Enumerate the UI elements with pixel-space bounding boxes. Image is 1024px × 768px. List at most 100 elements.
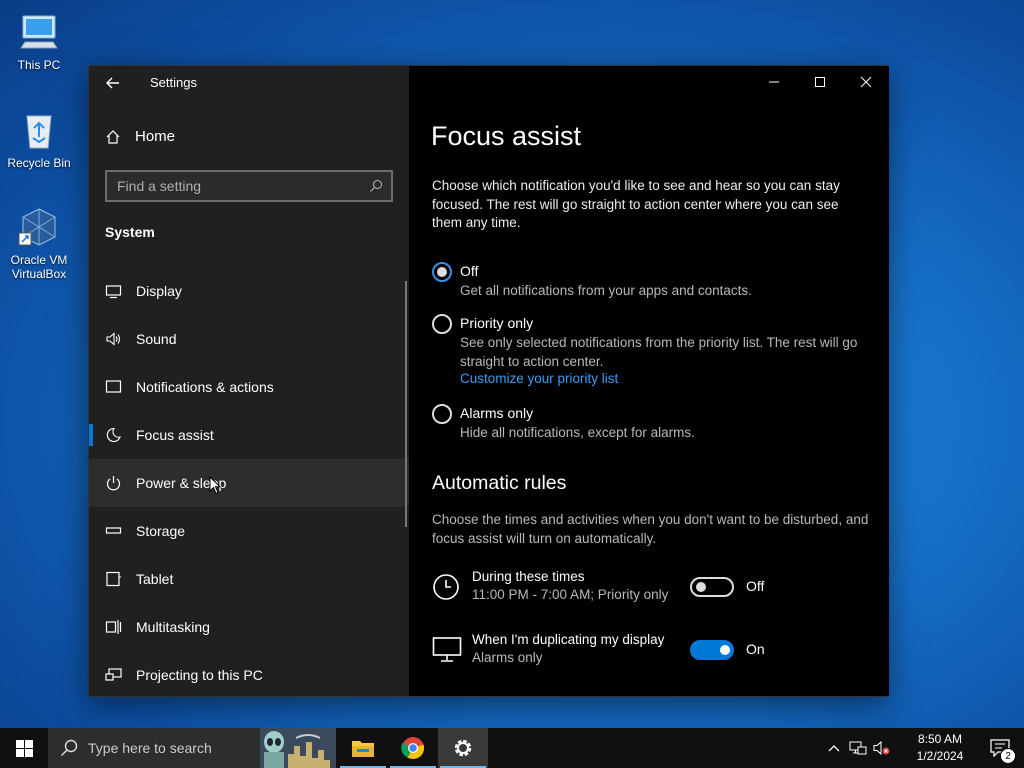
customize-priority-list-link[interactable]: Customize your priority list	[460, 371, 860, 386]
page-description: Choose which notification you'd like to …	[432, 178, 840, 230]
volume-muted-icon	[873, 740, 890, 756]
desktop-icon-this-pc[interactable]: This PC	[1, 10, 77, 72]
settings-window: Settings Home System Display Sound Notif…	[88, 65, 889, 697]
window-title: Settings	[150, 75, 197, 90]
rule-subtitle: 11:00 PM - 7:00 AM; Priority only	[472, 587, 669, 602]
maximize-button[interactable]	[797, 66, 843, 98]
rule-title: When I'm duplicating my display	[472, 632, 665, 647]
taskbar-file-explorer[interactable]	[338, 728, 388, 768]
automatic-rules-description: Choose the times and activities when you…	[432, 512, 869, 546]
nav-item-sound[interactable]: Sound	[89, 315, 409, 363]
taskbar-chrome[interactable]	[388, 728, 438, 768]
find-setting-search-box[interactable]	[105, 170, 393, 202]
notification-count-badge: 2	[1000, 748, 1016, 764]
windows-logo-icon	[15, 739, 33, 757]
option-off[interactable]: Off Get all notifications from your apps…	[432, 262, 860, 301]
option-label: Priority only	[460, 315, 534, 331]
option-priority-only[interactable]: Priority only See only selected notifica…	[432, 314, 860, 386]
speaker-icon	[106, 332, 121, 346]
rule-subtitle: Alarms only	[472, 650, 543, 665]
notification-icon	[105, 380, 122, 393]
find-setting-input[interactable]	[117, 178, 369, 194]
rule-during-these-times[interactable]: During these times 11:00 PM - 7:00 AM; P…	[432, 569, 872, 609]
volume-button[interactable]	[870, 728, 894, 768]
home-nav-item[interactable]: Home	[105, 128, 175, 145]
nav-item-label: Multitasking	[136, 619, 210, 635]
system-nav-list: Display Sound Notifications & actions Fo…	[89, 267, 409, 699]
desktop-icon-virtualbox[interactable]: Oracle VM VirtualBox	[1, 205, 77, 281]
radio-alarms-only[interactable]	[432, 404, 452, 424]
show-hidden-icons-button[interactable]	[822, 728, 846, 768]
taskbar-search-placeholder: Type here to search	[88, 740, 212, 756]
window-controls	[751, 66, 889, 98]
nav-item-label: Sound	[136, 331, 177, 347]
option-description: Hide all notifications, except for alarm…	[460, 425, 695, 440]
storage-icon	[105, 527, 122, 534]
close-icon	[860, 76, 872, 88]
toggle-state-label: Off	[746, 578, 765, 594]
clock-icon	[433, 574, 459, 600]
nav-item-label: Notifications & actions	[136, 379, 274, 395]
nav-item-tablet[interactable]: Tablet	[89, 555, 409, 603]
nav-item-multitasking[interactable]: Multitasking	[89, 603, 409, 651]
tablet-icon	[106, 571, 121, 587]
network-button[interactable]	[846, 728, 870, 768]
nav-item-focus-assist[interactable]: Focus assist	[89, 411, 409, 459]
rule-title: During these times	[472, 569, 585, 584]
clock-date: 1/2/2024	[916, 749, 964, 763]
file-explorer-icon	[352, 741, 374, 757]
radio-priority-only[interactable]	[432, 314, 452, 334]
during-these-times-toggle[interactable]	[690, 577, 734, 597]
option-description: Get all notifications from your apps and…	[460, 283, 752, 298]
settings-sidebar: Settings Home System Display Sound Notif…	[89, 66, 409, 696]
section-label-system: System	[105, 224, 155, 240]
option-description: See only selected notifications from the…	[460, 335, 858, 369]
taskbar-search-box[interactable]: Type here to search	[48, 728, 336, 768]
option-label: Off	[460, 263, 479, 279]
nav-item-power-sleep[interactable]: Power & sleep	[89, 459, 409, 507]
nav-item-display[interactable]: Display	[89, 267, 409, 315]
search-icon[interactable]	[369, 179, 383, 193]
rule-duplicating-display[interactable]: When I'm duplicating my display Alarms o…	[432, 632, 872, 672]
automatic-rules-heading: Automatic rules	[432, 472, 567, 494]
toggle-state-label: On	[746, 641, 765, 657]
multitasking-icon	[105, 620, 122, 634]
nav-item-label: Storage	[136, 523, 186, 539]
chevron-up-icon	[828, 745, 840, 752]
radio-off[interactable]	[432, 262, 452, 282]
taskbar-settings[interactable]	[438, 728, 488, 768]
recycle-bin-icon	[26, 115, 52, 149]
action-center-button[interactable]: 2	[976, 728, 1024, 768]
close-button[interactable]	[843, 66, 889, 98]
search-highlight-icon	[260, 728, 336, 768]
nav-item-notifications[interactable]: Notifications & actions	[89, 363, 409, 411]
monitor-icon	[432, 637, 462, 662]
start-button[interactable]	[0, 728, 48, 768]
desktop-icon-recycle-bin[interactable]: Recycle Bin	[1, 108, 77, 170]
nav-item-label: Display	[136, 283, 182, 299]
back-button[interactable]	[101, 72, 125, 94]
option-label: Alarms only	[460, 405, 534, 421]
nav-item-storage[interactable]: Storage	[89, 507, 409, 555]
minimize-icon	[769, 81, 779, 83]
home-label: Home	[135, 128, 176, 145]
chrome-icon	[401, 737, 425, 760]
nav-item-label: Tablet	[136, 571, 174, 587]
sidebar-scrollbar[interactable]	[405, 281, 407, 527]
minimize-button[interactable]	[751, 66, 797, 98]
page-title: Focus assist	[431, 121, 582, 151]
focus-assist-page: Focus assist Choose which notification y…	[409, 66, 889, 696]
nav-item-projecting[interactable]: Projecting to this PC	[89, 651, 409, 699]
desktop-icon-label: This PC	[17, 58, 61, 72]
nav-item-label: Projecting to this PC	[136, 667, 263, 683]
taskbar-clock[interactable]: 8:50 AM 1/2/2024	[904, 731, 976, 765]
projecting-icon	[105, 668, 122, 681]
taskbar: Type here to search 8:50 AM 1/2/2024 2	[0, 728, 1024, 768]
option-alarms-only[interactable]: Alarms only Hide all notifications, exce…	[432, 404, 860, 443]
search-icon	[61, 739, 78, 756]
virtualbox-icon	[18, 208, 56, 246]
computer-icon	[20, 15, 58, 49]
desktop-icon-label: Recycle Bin	[7, 156, 71, 170]
duplicating-display-toggle[interactable]	[690, 640, 734, 660]
network-icon	[849, 741, 867, 755]
